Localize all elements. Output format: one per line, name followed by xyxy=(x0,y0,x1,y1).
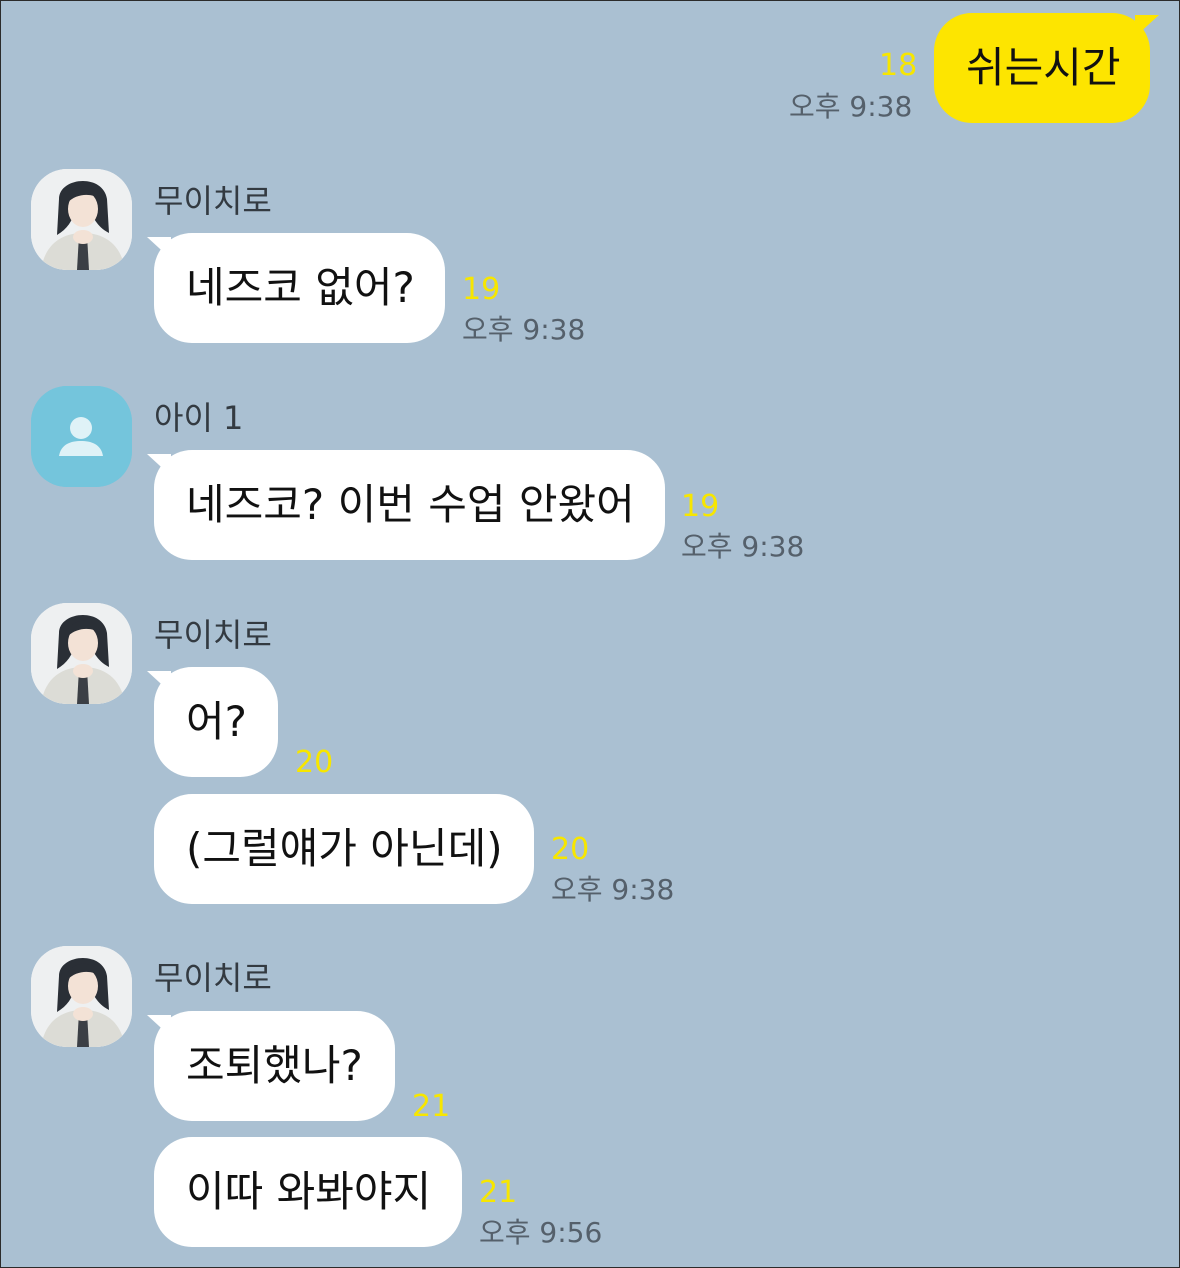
message-bubble[interactable]: 조퇴했나? xyxy=(154,1011,395,1121)
message-text: (그럴얘가 아닌데) xyxy=(186,824,503,873)
unread-count: 18 xyxy=(879,48,918,83)
message-text: 네즈코? 이번 수업 안왔어 xyxy=(186,480,635,529)
sender-name: 아이 1 xyxy=(154,399,244,437)
message-time: 오후 9:38 xyxy=(462,313,586,346)
sender-name: 무이치로 xyxy=(154,616,272,654)
message-text: 조퇴했나? xyxy=(186,1041,363,1090)
message-time: 오후 9:38 xyxy=(681,530,805,563)
unread-count: 19 xyxy=(462,272,501,307)
sender-name: 무이치로 xyxy=(154,959,272,997)
message-bubble[interactable]: 이따 와봐야지 xyxy=(154,1137,462,1247)
my-message-bubble[interactable]: 쉬는시간 xyxy=(934,13,1150,123)
unread-count: 20 xyxy=(295,745,334,780)
message-bubble[interactable]: 네즈코 없어? xyxy=(154,233,445,343)
sender-name: 무이치로 xyxy=(154,182,272,220)
message-bubble[interactable]: (그럴얘가 아닌데) xyxy=(154,794,534,904)
message-text: 이따 와봐야지 xyxy=(186,1167,432,1216)
message-time: 오후 9:56 xyxy=(479,1216,603,1249)
default-person-icon[interactable] xyxy=(31,386,132,487)
message-text: 쉬는시간 xyxy=(966,43,1121,92)
message-time: 오후 9:38 xyxy=(789,90,913,123)
bubble-tail xyxy=(1135,15,1159,37)
message-text: 네즈코 없어? xyxy=(186,263,415,312)
chat-room: 18 오후 9:38 쉬는시간 무이치로 네즈코 없어? 19 오후 9:38 … xyxy=(0,0,1180,1268)
message-bubble[interactable]: 네즈코? 이번 수업 안왔어 xyxy=(154,450,665,560)
unread-count: 21 xyxy=(412,1089,451,1124)
unread-count: 20 xyxy=(551,832,590,867)
character-avatar-icon[interactable] xyxy=(31,603,132,704)
message-bubble[interactable]: 어? xyxy=(154,667,278,777)
message-text: 어? xyxy=(186,697,247,746)
character-avatar-icon[interactable] xyxy=(31,946,132,1047)
unread-count: 21 xyxy=(479,1175,518,1210)
unread-count: 19 xyxy=(681,489,720,524)
character-avatar-icon[interactable] xyxy=(31,169,132,270)
message-time: 오후 9:38 xyxy=(551,873,675,906)
